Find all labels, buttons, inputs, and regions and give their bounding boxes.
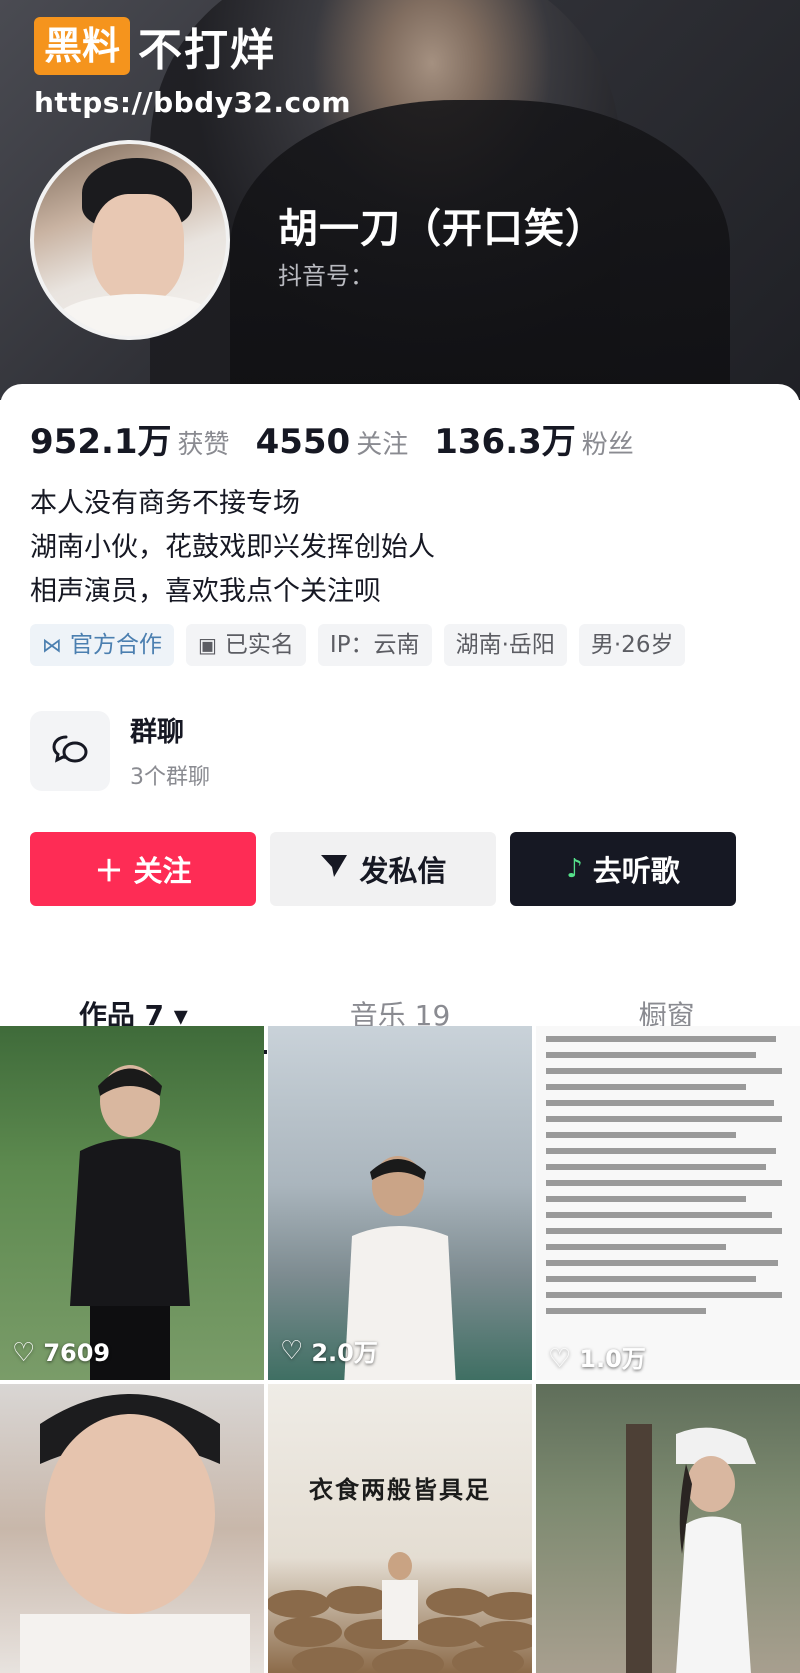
- send-message-button[interactable]: 发私信: [270, 832, 496, 906]
- tag-ip-location: IP：云南: [317, 624, 432, 666]
- tag-region: 湖南·岳阳: [443, 624, 567, 666]
- heart-icon: ♡: [12, 1338, 36, 1368]
- verified-icon: ⋈: [42, 633, 62, 657]
- send-icon: [319, 852, 349, 886]
- group-chat-entry[interactable]: 群聊 3个群聊: [30, 710, 210, 791]
- video-caption: 衣食两般皆具足: [309, 1476, 491, 1504]
- video-thumbnail[interactable]: 衣食两般皆具足: [268, 1384, 532, 1673]
- avatar[interactable]: [30, 140, 230, 340]
- watermark-badge: 黑料: [34, 17, 131, 75]
- profile-bio: 本人没有商务不接专场 湖南小伙，花鼓戏即兴发挥创始人 相声演员，喜欢我点个关注呗: [30, 482, 435, 614]
- person-figure: [626, 1424, 756, 1673]
- bio-line: 湖南小伙，花鼓戏即兴发挥创始人: [30, 532, 435, 563]
- profile-name: 胡一刀（开口笑）: [278, 206, 606, 252]
- plus-icon: ＋: [94, 854, 124, 888]
- id-card-icon: ▣: [198, 633, 217, 657]
- person-figure: [70, 1065, 190, 1380]
- stat-likes[interactable]: 952.1万 获赞: [30, 414, 230, 463]
- stat-following[interactable]: 4550 关注: [256, 422, 409, 462]
- person-figure: [20, 1394, 250, 1673]
- video-thumbnail[interactable]: ♡ 1.0万: [536, 1026, 800, 1380]
- tag-gender-age: 男·26岁: [578, 624, 686, 666]
- video-grid: ♡ 7609 ♡ 2.0万 ♡ 1.0万 衣食两般皆具足: [0, 1026, 800, 1673]
- action-buttons: ＋ 关注 发私信 ♪ 去听歌: [30, 832, 736, 906]
- video-thumbnail[interactable]: ♡ 7609: [0, 1026, 264, 1380]
- stats-bar: 952.1万 获赞 4550 关注 136.3万 粉丝: [30, 414, 634, 463]
- text-post-preview: [546, 1036, 782, 1314]
- sandbags-scene: [268, 1552, 532, 1673]
- watermark: 黑料 不打烊 https://bbdy32.com: [34, 14, 351, 119]
- video-thumbnail[interactable]: ♡ 2.0万: [268, 1026, 532, 1380]
- video-thumbnail[interactable]: [536, 1384, 800, 1673]
- follow-button[interactable]: ＋ 关注: [30, 832, 256, 906]
- tag-real-name[interactable]: ▣ 已实名: [186, 624, 306, 666]
- video-likes: ♡ 2.0万: [280, 1335, 378, 1368]
- profile-banner: 黑料 不打烊 https://bbdy32.com 胡一刀（开口笑） 抖音号：: [0, 0, 800, 400]
- profile-tags: ⋈ 官方合作 ▣ 已实名 IP：云南 湖南·岳阳 男·26岁: [30, 624, 686, 666]
- bio-line: 相声演员，喜欢我点个关注呗: [30, 576, 381, 607]
- watermark-url: https://bbdy32.com: [34, 86, 352, 119]
- group-chat-count: 3个群聊: [130, 765, 210, 790]
- video-likes: ♡ 7609: [12, 1338, 111, 1368]
- douyin-id-label: 抖音号：: [278, 262, 374, 290]
- music-note-icon: ♪: [566, 854, 583, 884]
- watermark-text: 不打烊: [138, 25, 277, 76]
- listen-music-button[interactable]: ♪ 去听歌: [510, 832, 736, 906]
- chat-bubble-icon: [30, 710, 110, 791]
- video-likes: ♡ 1.0万: [548, 1344, 646, 1374]
- heart-icon: ♡: [280, 1335, 304, 1366]
- heart-icon: ♡: [548, 1344, 572, 1374]
- video-thumbnail[interactable]: [0, 1384, 264, 1673]
- bio-line: 本人没有商务不接专场: [30, 488, 300, 519]
- group-chat-title: 群聊: [130, 717, 184, 748]
- douyin-id: 抖音号：: [278, 256, 374, 291]
- tag-official-cooperation[interactable]: ⋈ 官方合作: [30, 624, 174, 666]
- stat-followers[interactable]: 136.3万 粉丝: [434, 414, 634, 463]
